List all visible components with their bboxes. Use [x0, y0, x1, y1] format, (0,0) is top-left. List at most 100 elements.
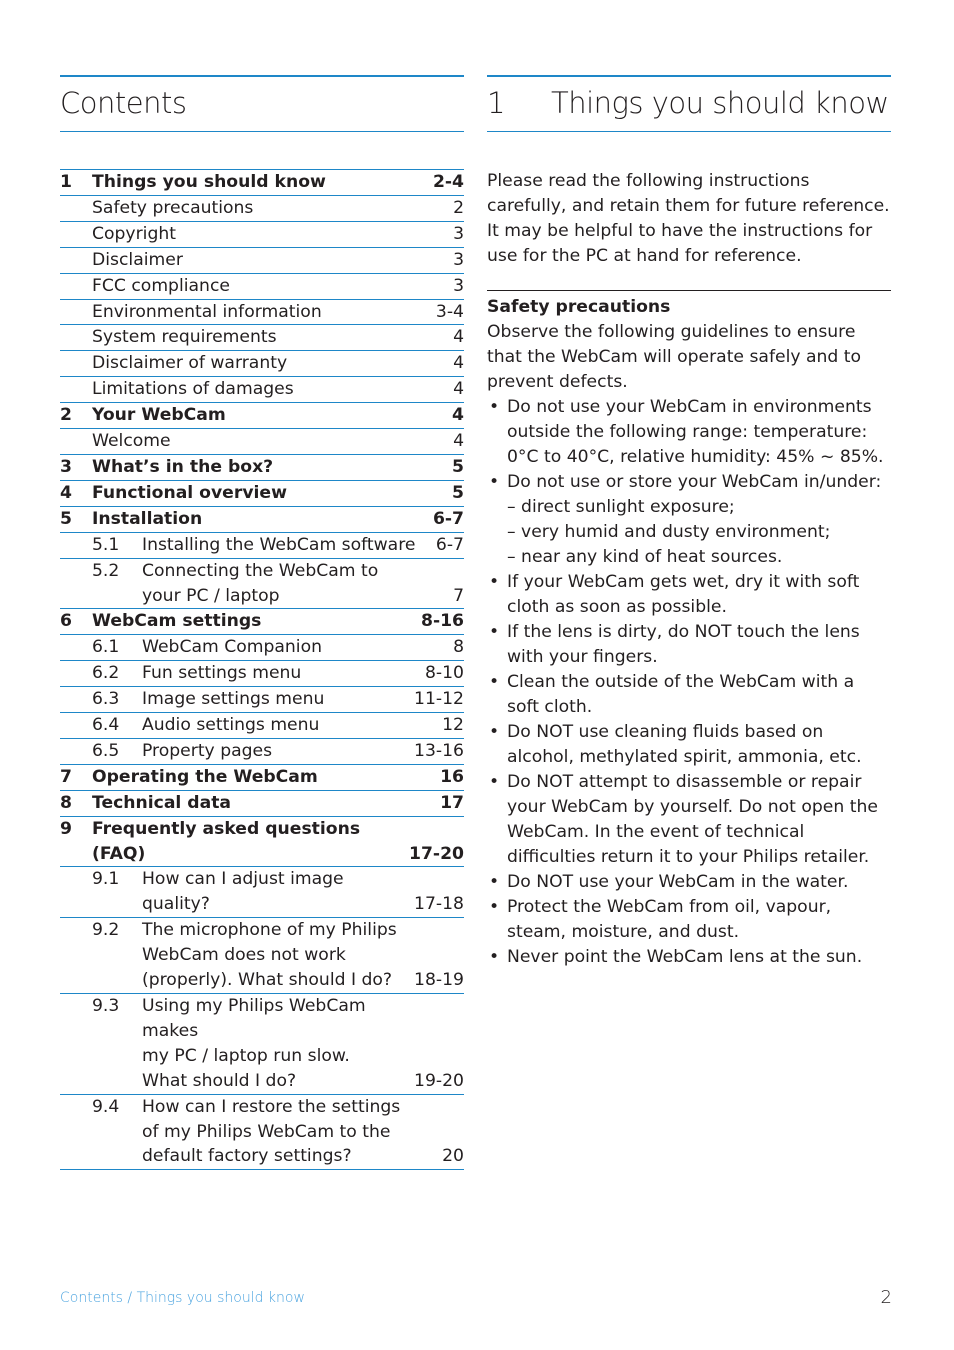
toc-entry-page: 6-7: [432, 508, 464, 529]
toc-entry[interactable]: 9.3 Using my Philips WebCam makes my PC /…: [60, 994, 464, 1095]
toc-entry[interactable]: 5.1 Installing the WebCam software 6-7: [60, 533, 464, 559]
toc-entry-title: Disclaimer: [92, 249, 183, 270]
toc-entry-page: 17: [440, 792, 464, 813]
toc-entry-title: Welcome: [92, 431, 171, 452]
toc-entry[interactable]: 9 Frequently asked questions (FAQ) 17-20: [60, 817, 464, 868]
toc-entry[interactable]: 5 Installation 6-7: [60, 507, 464, 533]
toc-entry[interactable]: 4 Functional overview 5: [60, 481, 464, 507]
toc-entry[interactable]: 6 WebCam settings 8-16: [60, 609, 464, 636]
toc-entry[interactable]: 6.4 Audio settings menu 12: [60, 713, 464, 739]
toc-entry[interactable]: 7 Operating the WebCam 16: [60, 765, 464, 791]
toc-entry-title: Connecting the WebCam to your PC / lapto…: [142, 560, 379, 606]
bullet-icon: •: [489, 947, 500, 967]
chapter-title-text: Things you should know: [551, 86, 889, 120]
toc-entry[interactable]: 6.1 WebCam Companion 8: [60, 635, 464, 662]
bullet-icon: •: [489, 722, 500, 742]
toc-entry[interactable]: System requirements 4: [60, 325, 464, 352]
toc-entry[interactable]: 9.2 The microphone of my Philips WebCam d…: [60, 918, 464, 994]
toc-entry-number: [60, 351, 92, 376]
bullet-text: If your WebCam gets wet, dry it with sof…: [507, 572, 860, 617]
toc-entry-title: Environmental information: [92, 301, 322, 322]
toc-entry[interactable]: Disclaimer 3: [60, 248, 464, 274]
toc-subentry-number: 9.4: [92, 1096, 120, 1117]
toc-entry-number: [60, 687, 92, 712]
bullet-text: Do NOT use cleaning fluids based on alco…: [507, 722, 862, 767]
toc-entry-number: 8: [60, 792, 72, 813]
toc-subentry-number: 9.2: [92, 920, 120, 941]
toc-entry-title: The microphone of my Philips WebCam does…: [142, 920, 397, 991]
toc-entry[interactable]: 3 What’s in the box? 5: [60, 455, 464, 481]
toc-entry[interactable]: 5.2 Connecting the WebCam to your PC / la…: [60, 559, 464, 610]
toc-entry[interactable]: Disclaimer of warranty 4: [60, 351, 464, 378]
toc-entry-title: Your WebCam: [92, 405, 226, 426]
toc-entry-title: How can I adjust image quality?: [142, 869, 344, 915]
toc-entry-number: [60, 300, 92, 325]
bullet-text: Do not use your WebCam in environments o…: [507, 397, 884, 467]
toc-entry-title: Things you should know: [92, 172, 326, 192]
toc-entry[interactable]: 9.4 How can I restore the settings of my …: [60, 1095, 464, 1171]
toc-entry-title: Limitations of damages: [92, 379, 294, 400]
toc-entry-page: 17-20: [409, 843, 464, 864]
toc-entry[interactable]: Environmental information 3-4: [60, 300, 464, 326]
safety-bullet-list: • Do not use your WebCam in environments …: [487, 395, 891, 970]
bullet-icon: •: [489, 622, 500, 642]
toc-entry-number: [60, 325, 92, 350]
toc-entry[interactable]: Limitations of damages 4: [60, 377, 464, 404]
toc-entry-title: Image settings menu: [142, 689, 325, 710]
toc-entry-number: [60, 429, 92, 454]
safety-bullet-item: • Do not use your WebCam in environments …: [487, 395, 891, 470]
toc-entry-title: Installing the WebCam software: [142, 534, 416, 555]
safety-bullet-item: • Do not use or store your WebCam in/unde…: [487, 470, 891, 570]
toc-entry-title: System requirements: [92, 327, 277, 348]
bullet-icon: •: [489, 772, 500, 792]
bullet-icon: •: [489, 897, 500, 917]
safety-bullet-item: • Do NOT use your WebCam in the water.: [487, 870, 891, 895]
toc-entry-title: Frequently asked questions (FAQ): [92, 818, 361, 864]
toc-entry[interactable]: 6.5 Property pages 13-16: [60, 739, 464, 765]
toc-entry-number: [60, 1095, 92, 1170]
bullet-text: Do NOT use your WebCam in the water.: [507, 872, 849, 892]
toc-entry[interactable]: 2 Your WebCam 4: [60, 403, 464, 430]
toc-entry[interactable]: 6.3 Image settings menu 11-12: [60, 687, 464, 714]
toc-entry-page: 13-16: [414, 740, 464, 761]
chapter-column: 1 Things you should know Please read the …: [487, 75, 891, 970]
toc-entry-number: [60, 867, 92, 917]
bullet-subitem: – near any kind of heat sources.: [507, 547, 783, 567]
toc-entry[interactable]: 8 Technical data 17: [60, 791, 464, 817]
safety-bullet-item: • If your WebCam gets wet, dry it with so…: [487, 570, 891, 620]
toc-entry[interactable]: 9.1 How can I adjust image quality? 17-18: [60, 867, 464, 919]
toc-entry-page: 6-7: [435, 534, 464, 555]
toc-entry[interactable]: 6.2 Fun settings menu 8-10: [60, 661, 464, 688]
toc-subentry-number: 6.1: [92, 637, 120, 658]
toc-entry-number: 3: [60, 456, 72, 477]
bullet-icon: •: [489, 397, 500, 417]
toc-entry[interactable]: FCC compliance 3: [60, 274, 464, 300]
toc-entry-number: [60, 533, 92, 558]
toc-entry-title: Copyright: [92, 223, 176, 244]
toc-entry-title: Functional overview: [92, 482, 287, 503]
bullet-text: Do NOT attempt to disassemble or repair …: [507, 772, 878, 867]
toc-entry[interactable]: Safety precautions 2: [60, 196, 464, 222]
toc-entry-number: [60, 994, 92, 1094]
toc-entry-page: 8: [453, 637, 464, 658]
bullet-text: If the lens is dirty, do NOT touch the l…: [507, 622, 860, 667]
toc-entry-page: 20: [442, 1146, 464, 1167]
toc-entry[interactable]: 1 Things you should know 2-4: [60, 170, 464, 196]
toc-entry-number: [60, 635, 92, 660]
toc-entry-number: 2: [60, 405, 72, 426]
toc-entry[interactable]: Copyright 3: [60, 222, 464, 248]
toc-entry-title: FCC compliance: [92, 275, 230, 296]
bullet-icon: •: [489, 472, 500, 492]
toc-entry-title: WebCam settings: [92, 611, 262, 632]
contents-title: Contents: [60, 77, 464, 132]
toc-entry-page: 3: [453, 223, 464, 244]
toc-entry-number: 7: [60, 766, 72, 787]
toc-entry-page: 2-4: [432, 172, 464, 192]
bullet-subitem: – direct sunlight exposure;: [507, 497, 735, 517]
toc-entry-number: [60, 377, 92, 402]
toc-entry[interactable]: Welcome 4: [60, 429, 464, 455]
toc-entry-page: 2: [453, 197, 464, 218]
footer-breadcrumb[interactable]: Contents / Things you should know: [60, 1290, 305, 1306]
contents-column: Contents 1 Things you should know 2-4 Safet…: [60, 75, 464, 1171]
toc-entry-page: 5: [452, 482, 464, 503]
